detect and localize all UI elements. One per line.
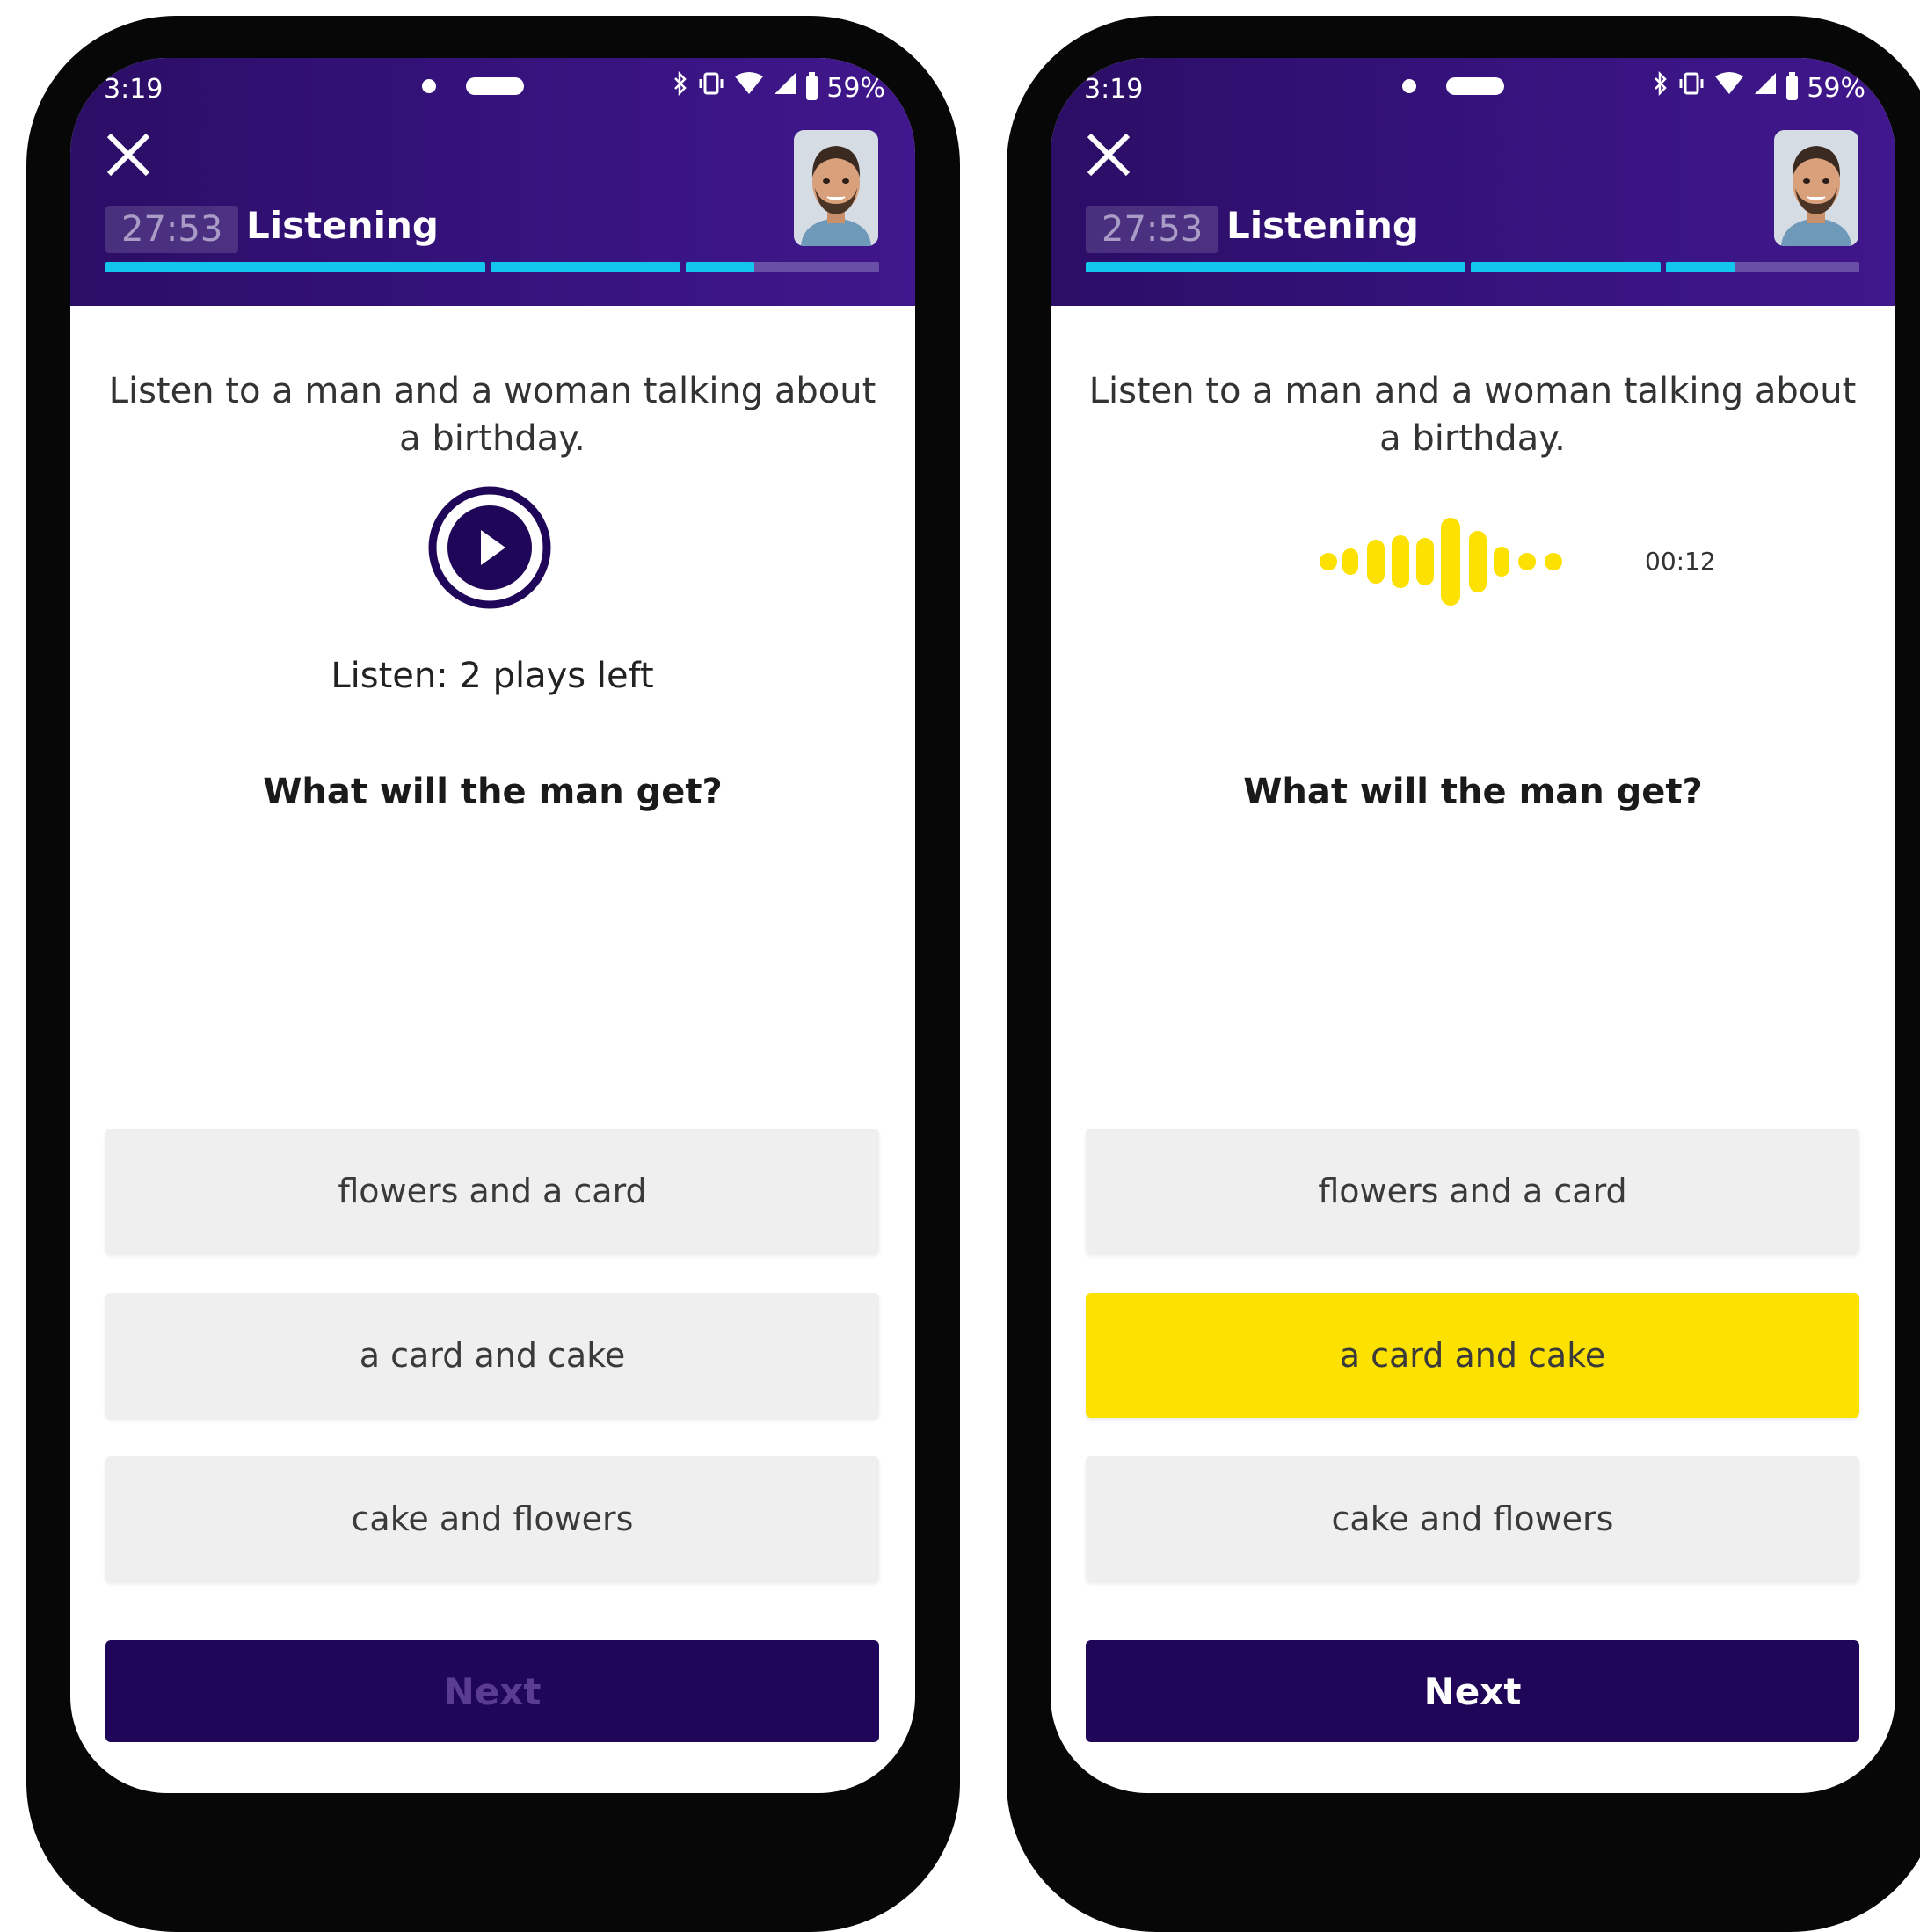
answer-option[interactable]: cake and flowers <box>1086 1456 1859 1581</box>
status-time: 3:19 <box>1084 74 1144 105</box>
battery-icon <box>1786 72 1799 100</box>
status-time: 3:19 <box>104 74 164 105</box>
vibrate-icon <box>697 70 725 105</box>
signal-icon <box>773 70 797 105</box>
section-title: Listening <box>246 204 439 247</box>
next-button[interactable]: Next <box>1086 1640 1859 1742</box>
battery-icon <box>806 72 818 100</box>
play-button[interactable] <box>428 486 551 609</box>
bluetooth-icon <box>673 70 688 105</box>
bluetooth-icon <box>1653 70 1669 105</box>
timer-badge: 27:53 <box>105 206 239 253</box>
audio-waveform <box>1314 513 1631 610</box>
close-icon <box>1087 133 1131 177</box>
answer-option[interactable]: cake and flowers <box>105 1456 879 1581</box>
progress-segment <box>1471 262 1661 272</box>
phone-frame-right: 3:19 59% 27:53 Listening Listen to a man… <box>1007 16 1920 1932</box>
instruction-text: Listen to a man and a woman talking abou… <box>108 371 876 459</box>
camera-pill <box>1446 77 1504 95</box>
section-title: Listening <box>1226 204 1419 247</box>
close-button[interactable] <box>1084 130 1133 179</box>
answer-option[interactable]: flowers and a card <box>105 1129 879 1253</box>
avatar <box>1774 130 1858 246</box>
question-text: What will the man get? <box>1243 772 1703 812</box>
wifi-icon <box>1714 70 1744 105</box>
plays-left-text: Listen: 2 plays left <box>331 656 654 696</box>
phone-frame-left: 3:19 59% 27:53 Listening Listen to a man… <box>26 16 960 1932</box>
wifi-icon <box>734 70 764 105</box>
progress-segment-fill <box>686 262 754 272</box>
progress-segment <box>105 262 485 272</box>
signal-icon <box>1753 70 1778 105</box>
play-icon <box>428 486 551 609</box>
audio-elapsed-time: 00:12 <box>1645 547 1716 576</box>
progress-segment-fill <box>1666 262 1735 272</box>
answer-option[interactable]: a card and cake <box>105 1293 879 1418</box>
avatar <box>794 130 878 246</box>
close-icon <box>106 133 150 177</box>
header-bar: 3:19 59% 27:53 Listening <box>1051 58 1895 306</box>
progress-segment <box>1086 262 1465 272</box>
progress-segment <box>491 262 680 272</box>
status-icons: 59% <box>1653 70 1865 105</box>
screen-right: 3:19 59% 27:53 Listening Listen to a man… <box>1051 58 1895 1793</box>
answer-option[interactable]: flowers and a card <box>1086 1129 1859 1253</box>
camera-dot <box>1402 79 1416 93</box>
status-icons: 59% <box>673 70 885 105</box>
battery-percent: 59% <box>1807 72 1865 104</box>
vibrate-icon <box>1677 70 1705 105</box>
battery-percent: 59% <box>826 72 885 104</box>
progress-bar <box>105 262 879 272</box>
screen-left: 3:19 59% 27:53 Listening Listen to a man… <box>70 58 915 1793</box>
instruction-text: Listen to a man and a woman talking abou… <box>1088 371 1857 459</box>
progress-bar <box>1086 262 1859 272</box>
camera-pill <box>466 77 524 95</box>
close-button[interactable] <box>104 130 153 179</box>
timer-badge: 27:53 <box>1086 206 1219 253</box>
camera-dot <box>422 79 436 93</box>
question-text: What will the man get? <box>263 772 723 812</box>
next-button[interactable]: Next <box>105 1640 879 1742</box>
header-bar: 3:19 59% 27:53 Listening <box>70 58 915 306</box>
answer-option-selected[interactable]: a card and cake <box>1086 1293 1859 1418</box>
